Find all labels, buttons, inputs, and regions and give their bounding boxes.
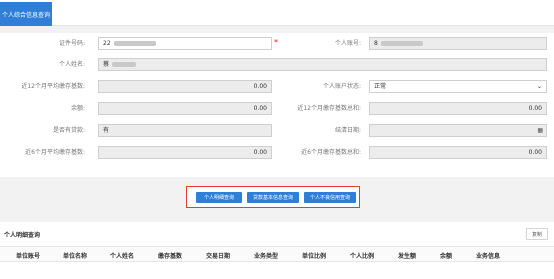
column-header[interactable]: 单位比例 (302, 251, 326, 260)
section-title: 个人明细查询 (4, 232, 41, 239)
personal-account-field[interactable]: 8 (369, 37, 547, 50)
column-header[interactable]: 业务信息 (476, 251, 500, 260)
column-header[interactable]: 个人姓名 (110, 251, 134, 260)
total12-base-label: 近12个月缴存基数总和: (297, 105, 361, 112)
name-field[interactable]: 蔡 (98, 58, 547, 71)
personal-detail-query-button[interactable]: 个人明细查询 (196, 192, 242, 203)
avg12-base-field[interactable]: 0.00 (98, 80, 272, 93)
total6-base-label: 近6个月缴存基数总和: (301, 149, 361, 156)
column-header[interactable]: 单位名称 (63, 251, 87, 260)
close-date-label: 结清日期: (334, 127, 361, 134)
account-status-label: 个人账户状态: (322, 83, 361, 90)
close-date-field[interactable]: ▦ (369, 124, 547, 137)
account-status-select[interactable]: 正常 ⌄ (369, 80, 547, 93)
balance-field[interactable]: 0.00 (98, 102, 272, 115)
tab-bar: 个人综合信息查询 (0, 0, 554, 26)
column-header[interactable]: 交易日期 (206, 251, 230, 260)
column-header[interactable]: 余额 (440, 251, 452, 260)
avg6-base-label: 近6个月平均缴存基数: (25, 149, 85, 156)
query-buttons-group: 个人明细查询 贷款基本信息查询 个人不良信用查询 (186, 186, 360, 208)
tab-personal-info-query[interactable]: 个人综合信息查询 (0, 2, 52, 26)
column-header[interactable]: 单位账号 (16, 251, 40, 260)
bad-credit-query-button[interactable]: 个人不良信用查询 (304, 192, 356, 203)
column-header[interactable]: 缴存基数 (158, 251, 182, 260)
total12-base-field[interactable]: 0.00 (369, 102, 547, 115)
name-label: 个人姓名: (58, 61, 85, 68)
avg6-base-field[interactable]: 0.00 (98, 146, 272, 159)
calendar-icon[interactable]: ▦ (537, 125, 543, 136)
detail-query-section: 个人明细查询 复制 单位账号 单位名称 个人姓名 缴存基数 交易日期 业务类型 … (0, 222, 554, 279)
column-header[interactable]: 发生额 (398, 251, 416, 260)
balance-label: 余额: (70, 105, 85, 112)
total6-base-field[interactable]: 0.00 (369, 146, 547, 159)
id-number-field[interactable]: 22 (98, 37, 272, 50)
personal-account-label: 个人账号: (334, 40, 361, 47)
table-header: 单位账号 单位名称 个人姓名 缴存基数 交易日期 业务类型 单位比例 个人比例 … (0, 246, 554, 262)
info-form-card: 证件号码: 22 * 个人账号: 8 个人姓名: 蔡 近12个月平均缴存基数: … (0, 33, 554, 177)
chevron-down-icon: ⌄ (536, 83, 542, 90)
id-number-label: 证件号码: (58, 40, 85, 47)
loan-base-info-query-button[interactable]: 贷款基本信息查询 (247, 192, 299, 203)
avg12-base-label: 近12个月平均缴存基数: (21, 83, 85, 90)
copy-button[interactable]: 复制 (526, 228, 548, 240)
column-header[interactable]: 业务类型 (254, 251, 278, 260)
has-loan-field[interactable]: 有 (98, 124, 272, 137)
column-header[interactable]: 个人比例 (350, 251, 374, 260)
has-loan-label: 是否有贷款: (52, 127, 85, 134)
required-marker: * (274, 38, 278, 47)
